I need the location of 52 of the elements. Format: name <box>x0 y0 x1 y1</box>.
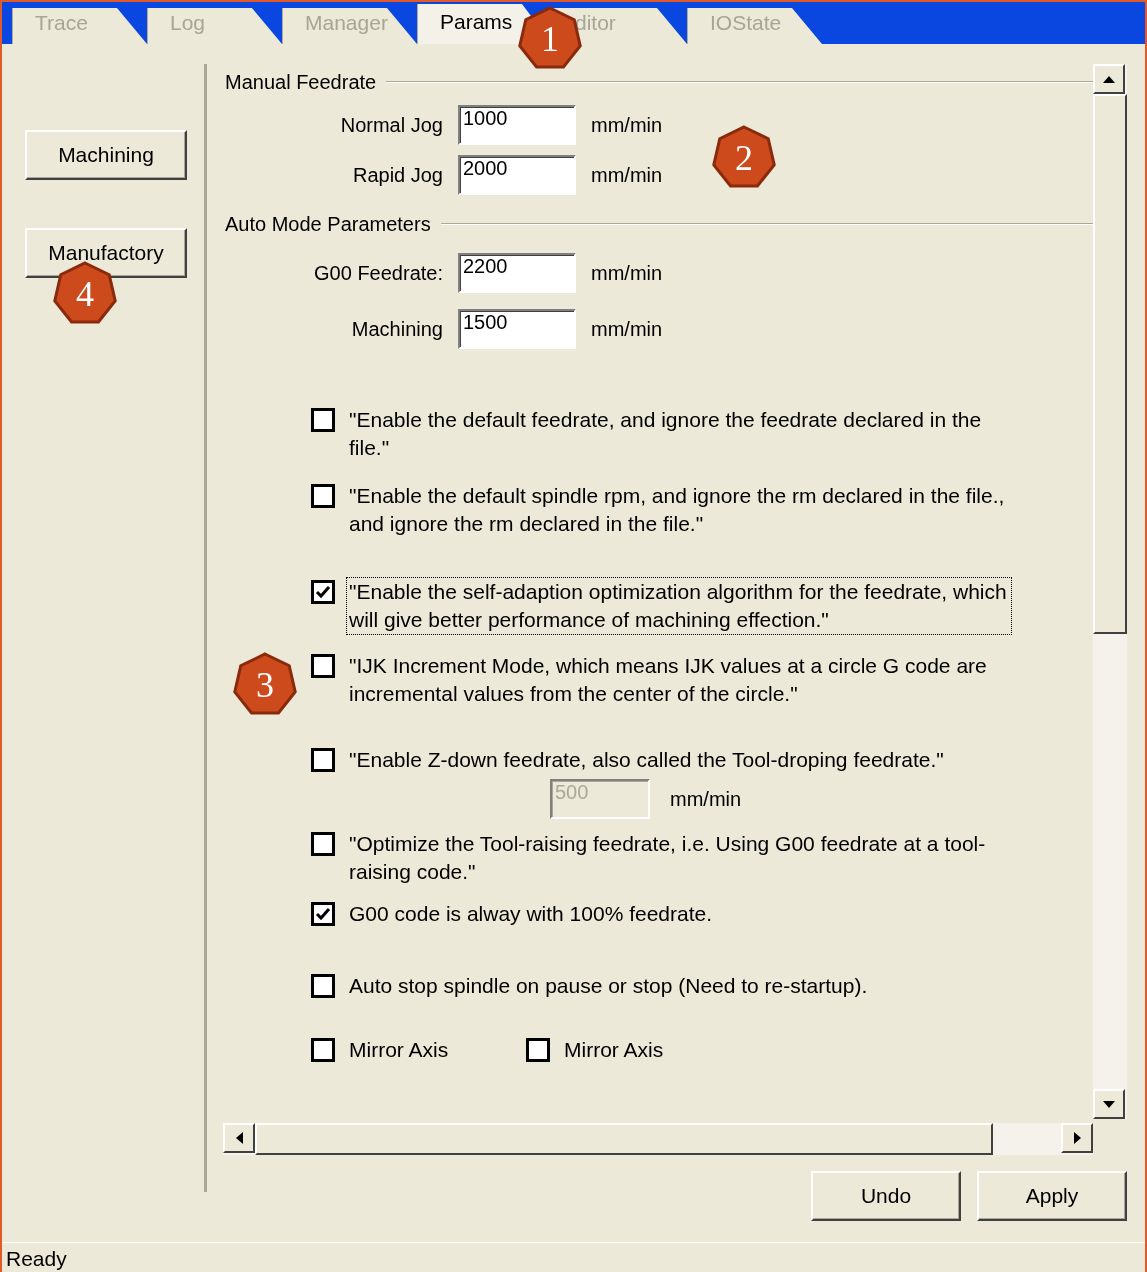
option-label: "Optimize the Tool-raising feedrate, i.e. Using G00 feedrate at a tool-raising code." <box>348 831 987 885</box>
up-arrow-icon <box>1103 75 1115 83</box>
option-label: Mirror Axis <box>348 1037 450 1063</box>
input-field[interactable]: 2000 <box>458 155 576 195</box>
section-title: Auto Mode Parameters <box>225 212 431 236</box>
left-arrow-icon <box>235 1132 243 1144</box>
checkbox[interactable] <box>311 832 335 856</box>
side-button[interactable]: Manufactory <box>25 228 187 278</box>
right-arrow-icon <box>1073 1132 1081 1144</box>
field-label: Rapid Jog <box>352 163 443 187</box>
option-label: "Enable Z-down feedrate, also called the Tool-droping feedrate." <box>348 747 945 773</box>
checkbox[interactable] <box>526 1038 550 1062</box>
field-label: Normal Jog <box>340 113 443 137</box>
checkbox[interactable] <box>311 1038 335 1062</box>
checkbox[interactable] <box>311 580 335 604</box>
unit-label: mm/min <box>591 317 664 341</box>
option-label: Auto stop spindle on pause or stop (Need to re-startup). <box>348 973 869 999</box>
checkbox[interactable] <box>311 484 335 508</box>
down-arrow-icon <box>1103 1100 1115 1108</box>
unit-label: mm/min <box>591 163 664 187</box>
option-label: "Enable the self-adaption optimization algorithm for the feedrate, which will give better performance of machining effection." <box>346 577 1012 635</box>
option-label: "IJK Increment Mode, which means IJK values at a circle G code are incremental values from the center of the circle." <box>348 653 988 707</box>
section-title: Manual Feedrate <box>225 70 377 94</box>
unit-label: mm/min <box>670 787 742 811</box>
option-label: "Enable the default spindle rpm, and ignore the rm declared in the file., and ignore the rm declared in the file." <box>348 483 1006 537</box>
checkbox[interactable] <box>311 902 335 926</box>
scroll-right-button[interactable] <box>1061 1123 1093 1153</box>
option-label: "Enable the default feedrate, and ignore the feedrate declared in the file." <box>348 407 983 461</box>
status-text: Ready <box>2 1242 1145 1272</box>
scroll-up-button[interactable] <box>1093 64 1125 94</box>
footer-button[interactable]: Undo <box>811 1171 961 1221</box>
input-field[interactable]: 2200 <box>458 253 576 293</box>
check-icon <box>315 907 331 921</box>
vertical-scrollbar[interactable] <box>1093 64 1127 1119</box>
scroll-down-button[interactable] <box>1093 1089 1125 1119</box>
horizontal-scrollbar[interactable] <box>223 1123 1093 1155</box>
field-label: Machining <box>351 317 443 341</box>
scroll-left-button[interactable] <box>223 1123 255 1153</box>
footer-button[interactable]: Apply <box>977 1171 1127 1221</box>
check-icon <box>315 585 331 599</box>
input-field[interactable]: 1000 <box>458 105 576 145</box>
option-label: G00 code is alway with 100% feedrate. <box>348 901 714 927</box>
checkbox[interactable] <box>311 408 335 432</box>
checkbox[interactable] <box>311 654 335 678</box>
option-label: Mirror Axis <box>563 1037 665 1063</box>
unit-label: mm/min <box>591 113 664 137</box>
side-button[interactable]: Machining <box>25 130 187 180</box>
checkbox[interactable] <box>311 974 335 998</box>
checkbox[interactable] <box>311 748 335 772</box>
input-field[interactable]: 1500 <box>458 309 576 349</box>
unit-label: mm/min <box>591 261 664 285</box>
field-label: G00 Feedrate: <box>314 261 443 285</box>
